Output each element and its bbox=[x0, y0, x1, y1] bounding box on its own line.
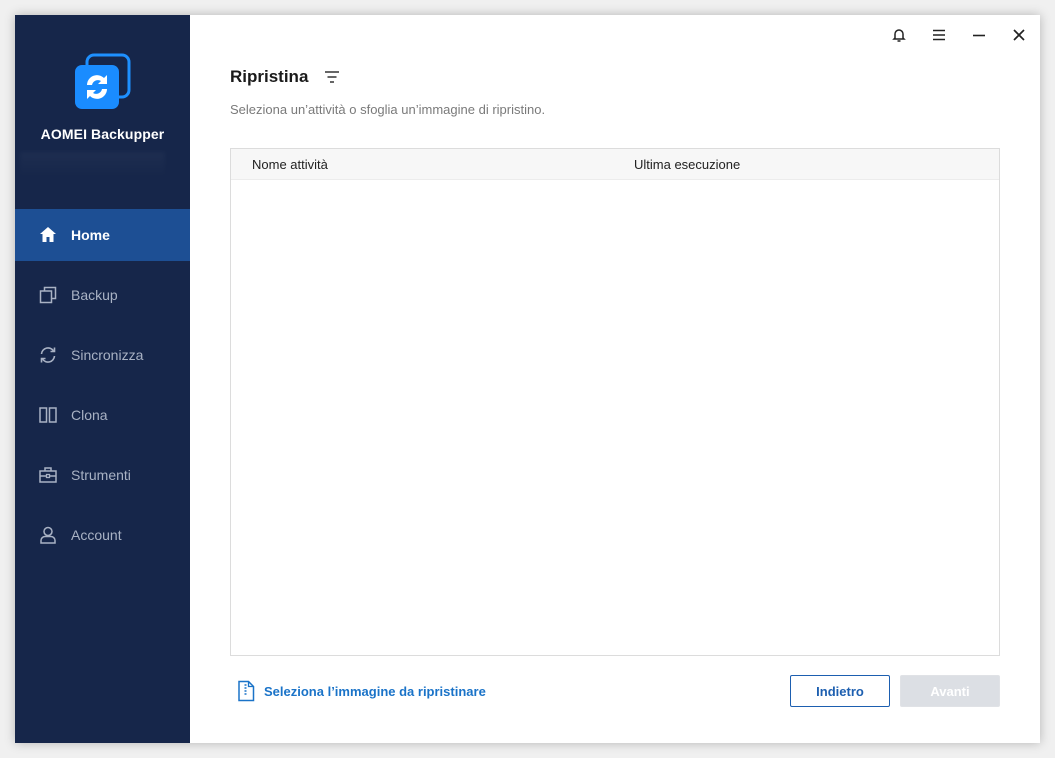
app-window: AOMEI Backupper Home Backup Sincronizza bbox=[15, 15, 1040, 743]
bell-icon bbox=[892, 29, 906, 42]
sync-icon bbox=[40, 347, 56, 363]
app-name-reflection bbox=[20, 152, 165, 178]
backup-icon bbox=[39, 286, 57, 304]
column-header-task-name[interactable]: Nome attività bbox=[252, 157, 328, 172]
notifications-button[interactable] bbox=[887, 23, 911, 47]
close-button[interactable] bbox=[1007, 23, 1031, 47]
page-title: Ripristina bbox=[230, 67, 309, 86]
aomei-logo-icon bbox=[75, 53, 131, 109]
page-subtitle: Seleziona un’attività o sfoglia un’immag… bbox=[230, 102, 546, 117]
minimize-icon bbox=[973, 34, 985, 37]
close-icon bbox=[1013, 29, 1025, 41]
menu-icon bbox=[933, 29, 945, 41]
sidebar-item-label: Backup bbox=[71, 287, 118, 303]
minimize-button[interactable] bbox=[967, 23, 991, 47]
select-image-label: Seleziona l’immagine da ripristinare bbox=[264, 683, 486, 699]
filter-icon[interactable] bbox=[324, 70, 340, 84]
select-image-link[interactable]: Seleziona l’immagine da ripristinare bbox=[237, 680, 486, 702]
sidebar-item-backup[interactable]: Backup bbox=[15, 269, 190, 321]
menu-button[interactable] bbox=[927, 23, 951, 47]
task-table: Nome attività Ultima esecuzione bbox=[230, 148, 1000, 656]
sidebar-item-label: Account bbox=[71, 527, 122, 543]
sidebar-item-label: Sincronizza bbox=[71, 347, 144, 363]
tools-icon bbox=[39, 467, 57, 483]
image-file-icon bbox=[238, 680, 255, 702]
app-name: AOMEI Backupper bbox=[40, 126, 165, 142]
clone-icon bbox=[39, 407, 57, 423]
column-header-last-run[interactable]: Ultima esecuzione bbox=[634, 157, 740, 172]
next-button[interactable]: Avanti bbox=[900, 675, 1000, 707]
sidebar-item-label: Home bbox=[71, 227, 110, 243]
sidebar-item-account[interactable]: Account bbox=[15, 509, 190, 561]
sidebar: AOMEI Backupper Home Backup Sincronizza bbox=[15, 15, 190, 743]
sidebar-item-label: Strumenti bbox=[71, 467, 131, 483]
table-header: Nome attività Ultima esecuzione bbox=[231, 149, 999, 180]
table-body[interactable] bbox=[231, 180, 999, 655]
sidebar-item-sincronizza[interactable]: Sincronizza bbox=[15, 329, 190, 381]
sidebar-item-home[interactable]: Home bbox=[15, 209, 190, 261]
home-icon bbox=[40, 227, 56, 242]
sidebar-item-clona[interactable]: Clona bbox=[15, 389, 190, 441]
account-icon bbox=[40, 526, 56, 544]
sidebar-item-strumenti[interactable]: Strumenti bbox=[15, 449, 190, 501]
sidebar-item-label: Clona bbox=[71, 407, 108, 423]
back-button[interactable]: Indietro bbox=[790, 675, 890, 707]
